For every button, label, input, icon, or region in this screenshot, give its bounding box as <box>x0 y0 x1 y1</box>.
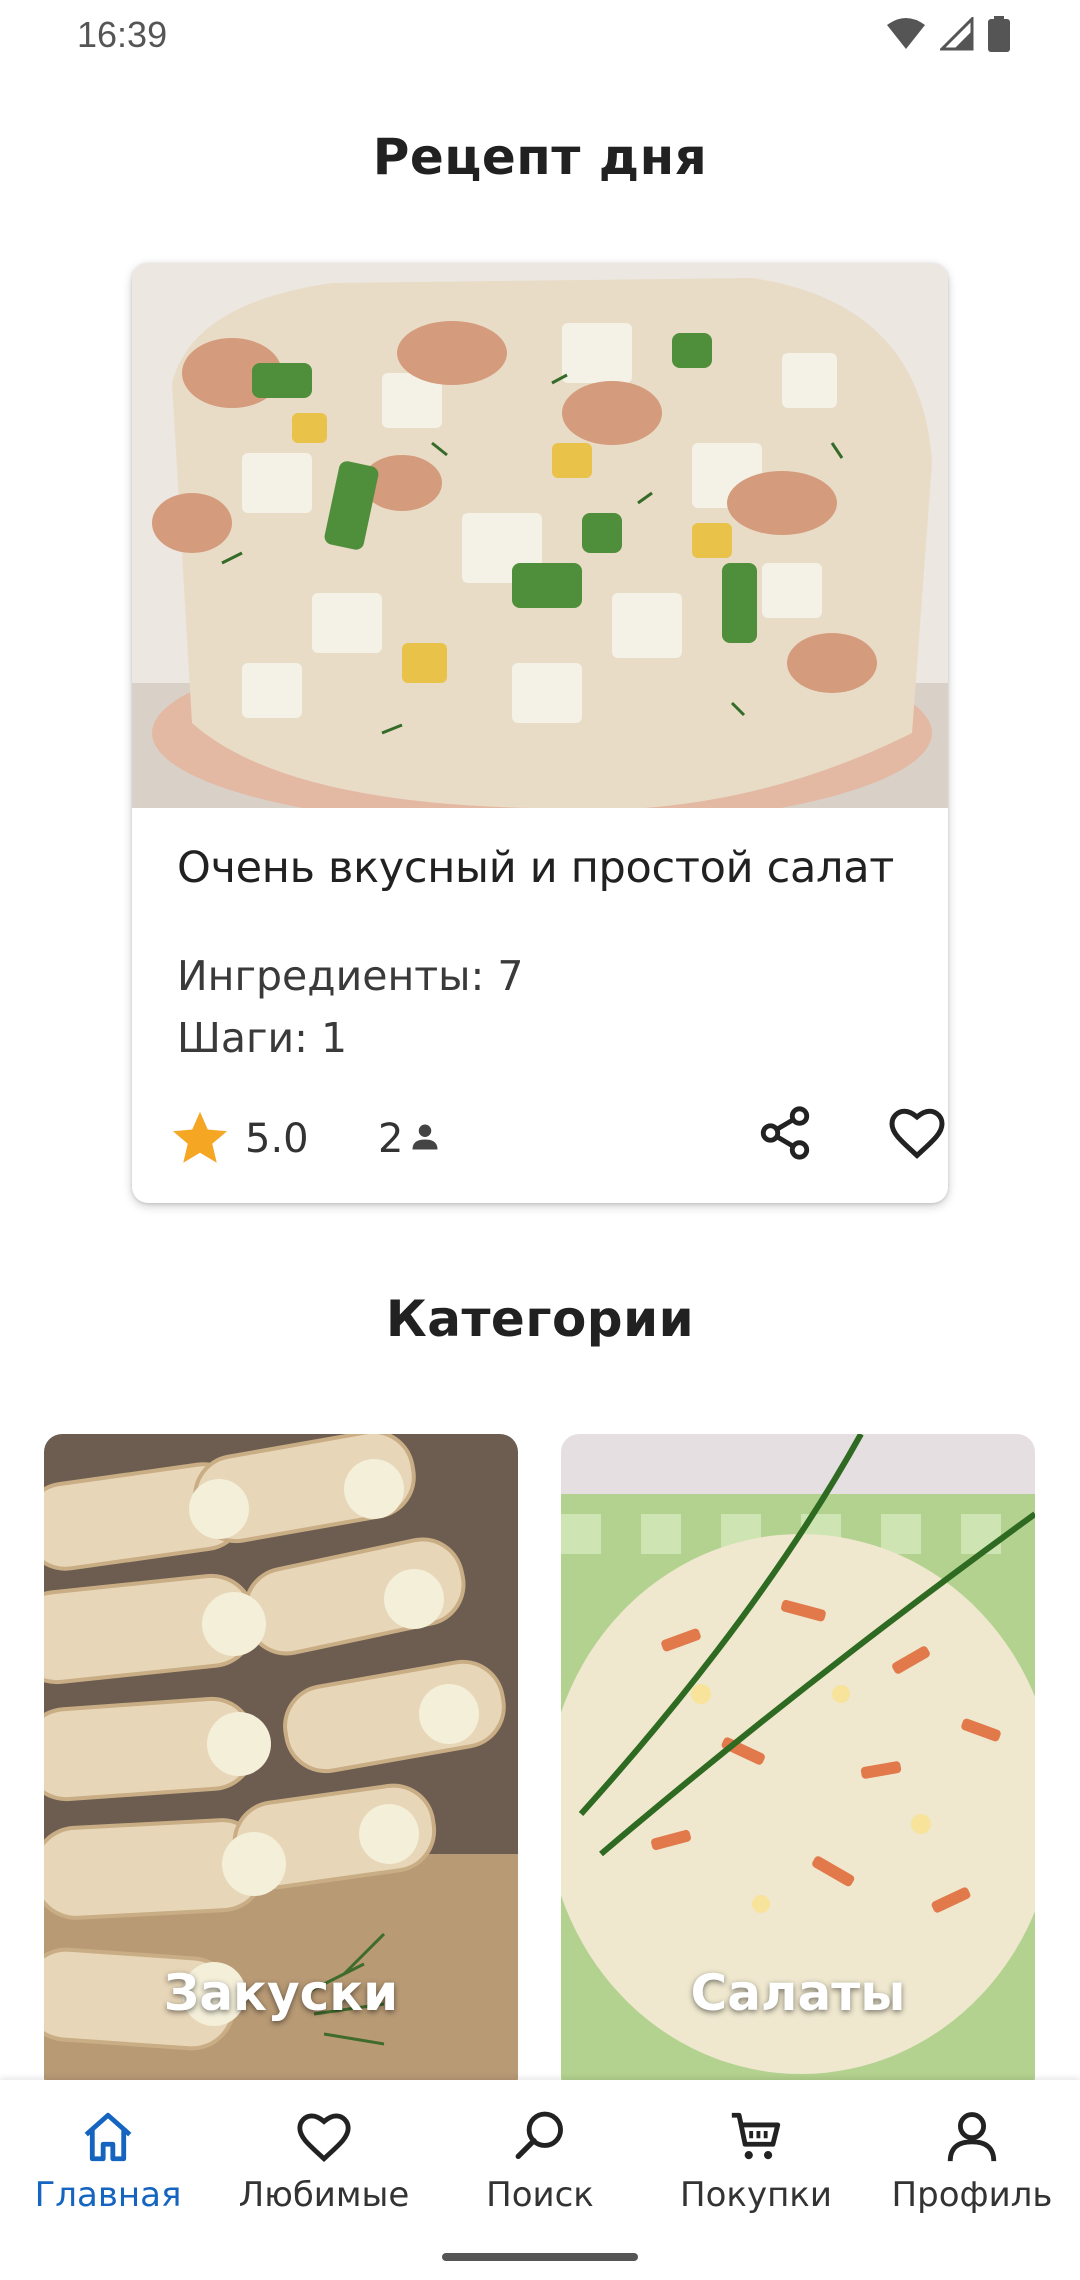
home-indicator[interactable] <box>442 2253 638 2261</box>
battery-icon <box>988 16 1010 52</box>
recipe-of-day-title: Рецепт дня <box>372 128 708 186</box>
favorite-button[interactable] <box>882 1098 948 1168</box>
category-snacks[interactable]: Закуски <box>44 1434 518 2094</box>
nav-home[interactable]: Главная <box>0 2105 216 2225</box>
bottom-navigation: Главная Любимые Поиск Покупки Профиль <box>0 2080 1080 2280</box>
recipe-of-day-card[interactable]: Очень вкусный и простой салат Ингредиент… <box>132 263 948 1203</box>
nav-label: Покупки <box>680 2175 832 2215</box>
status-icons <box>886 16 1010 52</box>
home-icon <box>84 2112 132 2162</box>
wifi-icon <box>887 18 925 49</box>
heart-icon <box>889 1108 945 1159</box>
status-bar: 16:39 <box>0 0 1080 72</box>
reviews-count: 2 <box>378 1116 404 1162</box>
profile-icon <box>947 2112 997 2162</box>
search-icon <box>515 2111 563 2159</box>
nav-label: Любимые <box>238 2175 410 2215</box>
star-icon <box>173 1111 227 1163</box>
categories-title: Категории <box>385 1290 695 1348</box>
recipe-meta: Ингредиенты: 7 Шаги: 1 <box>177 945 908 1069</box>
heart-icon <box>297 2113 351 2163</box>
signal-icon <box>940 17 974 51</box>
category-salads[interactable]: Салаты <box>561 1434 1035 2094</box>
status-time: 16:39 <box>77 14 168 55</box>
nav-favorites[interactable]: Любимые <box>216 2105 432 2225</box>
nav-profile[interactable]: Профиль <box>864 2105 1080 2225</box>
share-button[interactable] <box>750 1098 820 1168</box>
recipe-info: Очень вкусный и простой салат Ингредиент… <box>177 843 908 1069</box>
nav-search[interactable]: Поиск <box>432 2105 648 2225</box>
recipe-name: Очень вкусный и простой салат <box>177 843 895 893</box>
nav-shopping[interactable]: Покупки <box>648 2105 864 2225</box>
rating-value: 5.0 <box>245 1116 309 1162</box>
recipe-image <box>132 263 948 808</box>
recipe-footer: 5.0 2 <box>170 1106 945 1198</box>
nav-label: Главная <box>34 2175 182 2215</box>
cart-icon <box>731 2112 781 2160</box>
ingredients-count: Ингредиенты: 7 <box>177 952 524 1000</box>
nav-label: Профиль <box>891 2175 1053 2215</box>
share-icon <box>760 1106 810 1160</box>
category-label: Салаты <box>690 1964 906 2022</box>
nav-label: Поиск <box>486 2175 594 2215</box>
person-icon <box>412 1124 438 1150</box>
category-label: Закуски <box>163 1964 399 2022</box>
steps-count: Шаги: 1 <box>177 1014 348 1062</box>
